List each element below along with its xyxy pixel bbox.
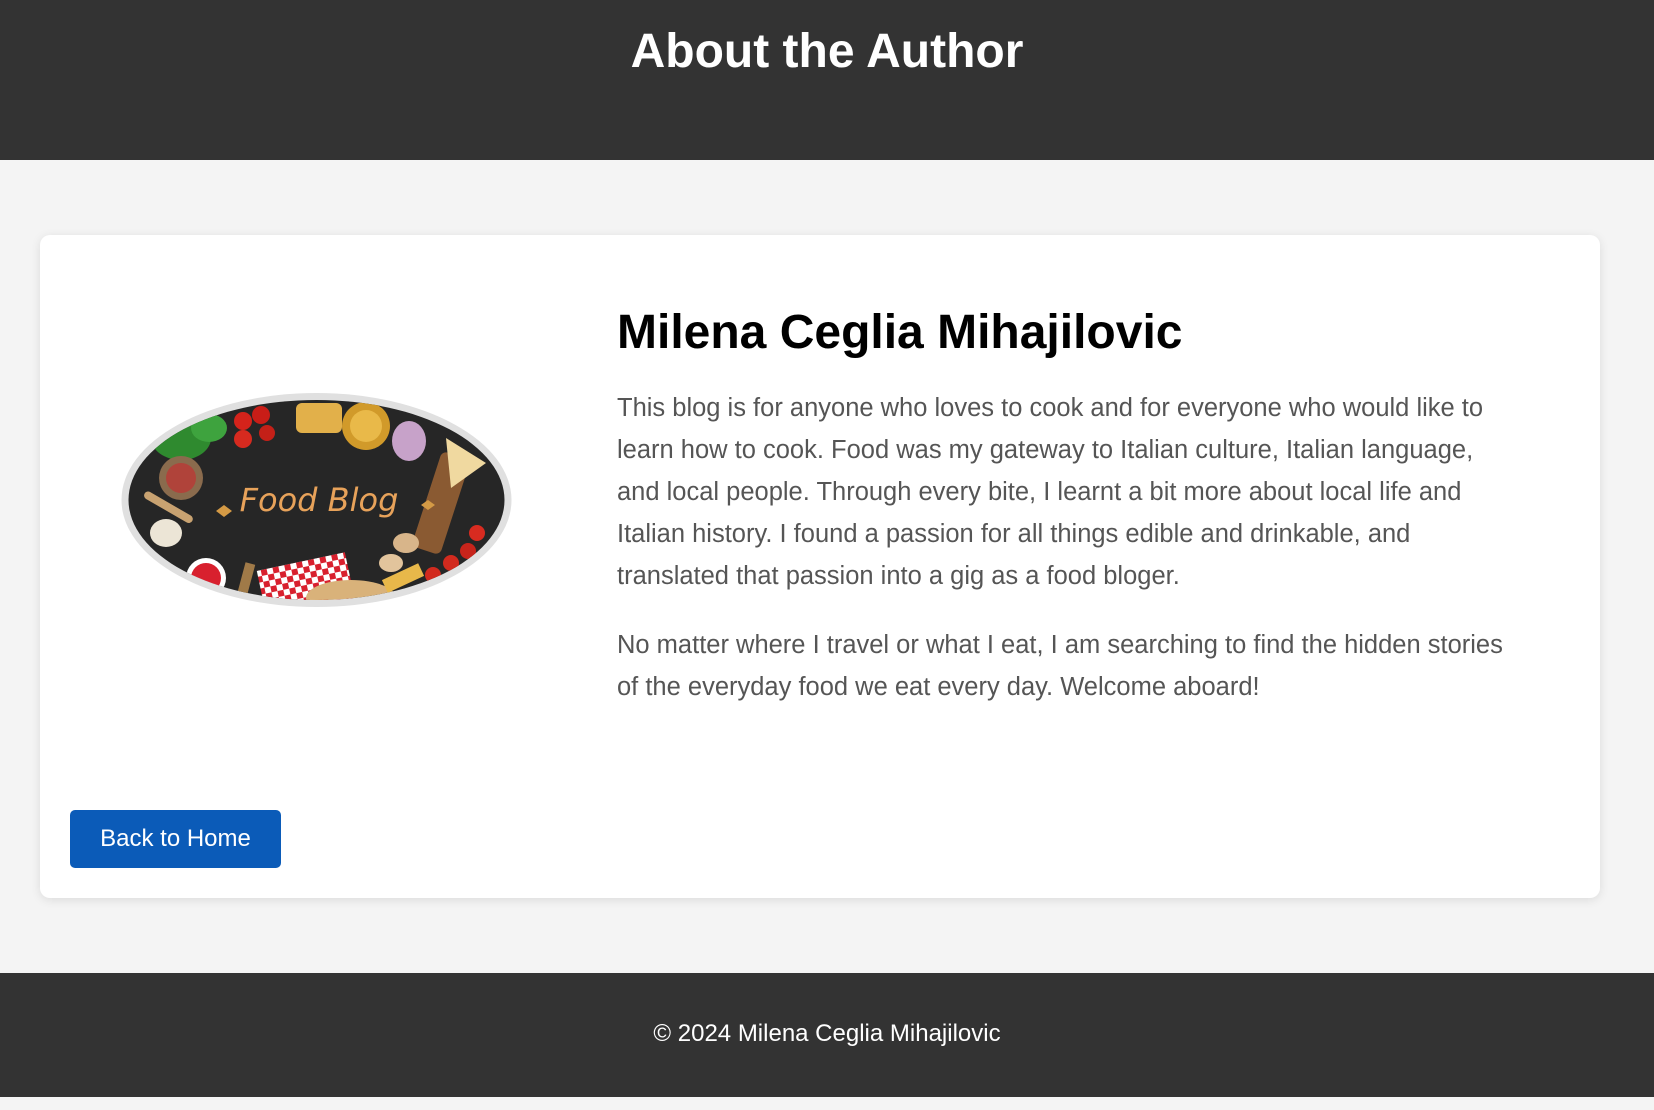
- food-blog-logo-image: Food Blog: [121, 393, 512, 607]
- food-blog-logo: Food Blog: [121, 393, 512, 607]
- back-to-home-button[interactable]: Back to Home: [70, 810, 281, 868]
- author-bio-paragraph: No matter where I travel or what I eat, …: [617, 631, 1503, 701]
- copyright-text: © 2024 Milena Ceglia Mihajilovic: [653, 1020, 1001, 1047]
- author-bio-paragraph: This blog is for anyone who loves to coo…: [617, 394, 1484, 590]
- food-blog-logo-text: Food Blog: [240, 481, 399, 519]
- site-header: About the Author: [0, 0, 1654, 160]
- site-footer: © 2024 Milena Ceglia Mihajilovic: [0, 973, 1654, 1097]
- page-title: About the Author: [630, 25, 1024, 78]
- author-card: Food Blog Milena Ceglia Mihajilovic This…: [40, 235, 1600, 898]
- author-name: Milena Ceglia Mihajilovic: [617, 306, 1183, 359]
